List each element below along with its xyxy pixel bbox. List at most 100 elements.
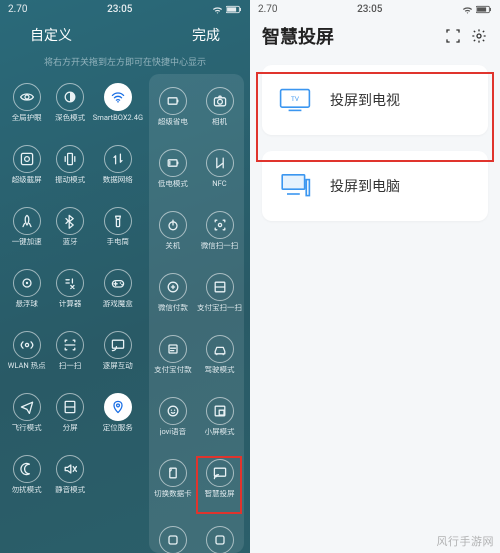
lowbat-icon [159,149,187,177]
tile-label: 切换数据卡 [154,490,192,498]
smart-cast-screen: 2.70 23:05 智慧投屏 TV 投屏到电视 投屏到电脑 [250,0,500,553]
aliscan-icon [206,273,234,301]
tile-multi-screen[interactable]: 逐屏互动 [93,322,143,380]
capture-icon [13,145,41,173]
clock: 23:05 [28,4,213,15]
split-icon [56,393,84,421]
scan-icon [56,331,84,359]
tile-small-screen[interactable]: 小屏模式 [197,388,242,446]
header-done[interactable]: 完成 [192,25,220,45]
tile-label: NFC [212,180,226,188]
tile-camera[interactable]: 相机 [197,78,242,136]
nfc-icon [206,149,234,177]
tile-wechat-scan[interactable]: 微信扫一扫 [197,202,242,260]
tile-label: 定位服务 [103,424,133,432]
tile-label: 蓝牙 [63,238,78,246]
tile-dark-mode[interactable]: 深色模式 [49,74,90,132]
tile-eye-protect[interactable]: 全局护眼 [6,74,47,132]
tile-alipay-pay[interactable]: 支付宝付款 [151,326,195,384]
tile-label: 小屏模式 [205,428,235,436]
tile-wechat-pay[interactable]: 微信付款 [151,264,195,322]
tile-drive-mode[interactable]: 驾驶模式 [197,326,242,384]
cast-tv-label: 投屏到电视 [330,90,400,110]
cast-pc-label: 投屏到电脑 [330,176,400,196]
status-bar-right: 2.70 23:05 [250,0,500,17]
data-icon [104,145,132,173]
watermark: 风行手游网 [437,533,495,549]
status-bar-left: 2.70 23:05 [0,0,250,17]
quick-settings-editor: 2.70 23:05 自定义 完成 将右方开关拖到左方即可在快捷中心显示 全局护… [0,0,250,553]
tile-label: 静音模式 [55,486,85,494]
tiles-side-grid[interactable]: 超级省电相机低电模式 NFC 关机微信扫一扫微信付款 支付宝扫一扫支付宝付款驾驶模式j… [149,74,244,553]
tile-data[interactable]: 数据网络 [93,136,143,194]
tile-alipay-scan[interactable]: 支付宝扫一扫 [197,264,242,322]
tile-game-box[interactable]: 游戏魔盒 [93,260,143,318]
tile-location[interactable]: 定位服务 [93,384,143,442]
signal-icon [462,5,473,14]
tile-vibrate[interactable]: 振动模式 [49,136,90,194]
clock: 23:05 [278,4,463,15]
tile-boost[interactable]: 一键加速 [6,198,47,256]
tile-label: 深色模式 [55,114,85,122]
tile-label: 全局护眼 [12,114,42,122]
tile-nfc[interactable]: NFC [197,140,242,198]
jovi-icon [159,397,187,425]
tile-dnd[interactable]: 勿扰模式 [6,446,47,504]
tile-mute[interactable]: 静音模式 [49,446,90,504]
tile-label: 数据网络 [103,176,133,184]
sim-icon [159,459,187,487]
tile-label: 超级截屏 [12,176,42,184]
tile-label: 支付宝付款 [154,366,192,374]
tiles-main-grid[interactable]: 全局护眼 深色模式 SmartBOX2.4G_5BA08E 超级截屏振动模式数据网络一… [6,74,143,553]
alipay-icon [159,335,187,363]
tile-label: 飞行模式 [12,424,42,432]
tile-sim-switch[interactable]: 切换数据卡 [151,450,195,508]
pc-icon [278,173,312,199]
cast-pc-card[interactable]: 投屏到电脑 [262,151,488,221]
tile-flashlight[interactable]: 手电筒 [93,198,143,256]
tile-extra-2[interactable] [197,512,242,553]
tile-wifi[interactable]: SmartBOX2.4G_5BA08E [93,74,143,132]
tile-split[interactable]: 分屏 [49,384,90,442]
tile-label: 勿扰模式 [12,486,42,494]
ball-icon [13,269,41,297]
wxpay-icon [159,273,187,301]
tile-ultra-save[interactable]: 超级省电 [151,78,195,136]
tile-label: 悬浮球 [15,300,38,308]
tile-label: SmartBOX2.4G_5BA08E [93,114,143,122]
tile-shutdown[interactable]: 关机 [151,202,195,260]
hotspot-icon [13,331,41,359]
battery-icon [476,5,492,14]
moon-icon [13,455,41,483]
tile-super-capture[interactable]: 超级截屏 [6,136,47,194]
battery-icon [159,87,187,115]
game-icon [104,269,132,297]
vibrate-icon [56,145,84,173]
net-speed-icon: 2.70 [8,4,28,15]
gear-icon[interactable] [470,27,488,45]
tile-float-ball[interactable]: 悬浮球 [6,260,47,318]
rocket-icon [13,207,41,235]
tile-hotspot[interactable]: WLAN 热点 [6,322,47,380]
tile-airplane[interactable]: 飞行模式 [6,384,47,442]
cast-tv-card[interactable]: TV 投屏到电视 [262,65,488,135]
tv-icon: TV [278,87,312,113]
tile-bluetooth[interactable]: 蓝牙 [49,198,90,256]
torch-icon [104,207,132,235]
header-customize[interactable]: 自定义 [30,25,72,45]
wxscan-icon [206,211,234,239]
calc-icon [56,269,84,297]
tile-extra-1[interactable] [151,512,195,553]
tile-low-power[interactable]: 低电模式 [151,140,195,198]
tile-smart-cast[interactable]: 智慧投屏 [197,450,242,508]
contrast-icon [56,83,84,111]
tile-calculator[interactable]: 计算器 [49,260,90,318]
eye-icon [13,83,41,111]
tile-label: 支付宝扫一扫 [197,304,242,312]
battery-icon [226,5,242,14]
tile-scan[interactable]: 扫一扫 [49,322,90,380]
tile-jovi[interactable]: jovi语音 [151,388,195,446]
scan-icon[interactable] [444,27,462,45]
tile-label: 微信付款 [158,304,188,312]
tile-label: 游戏魔盒 [103,300,133,308]
